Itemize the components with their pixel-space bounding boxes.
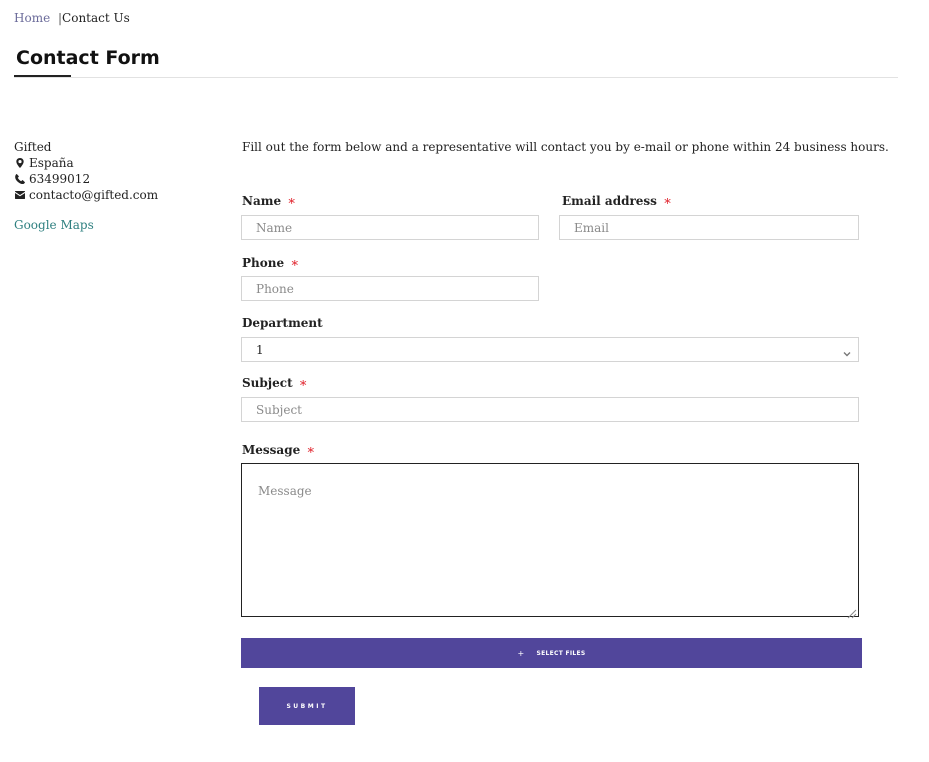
select-files-label: SELECT FILES	[536, 649, 586, 657]
name-required-marker: ∗	[287, 194, 297, 209]
name-label: Name ∗	[242, 194, 296, 209]
resize-grip-icon[interactable]	[846, 604, 857, 619]
phone-row: 63499012	[14, 171, 158, 187]
message-textarea[interactable]	[241, 463, 859, 617]
breadcrumb: Home |Contact Us	[14, 11, 130, 25]
title-divider	[14, 77, 898, 78]
email-required-marker: ∗	[663, 194, 672, 209]
department-label: Department	[242, 316, 323, 330]
form-intro: Fill out the form below and a representa…	[242, 140, 889, 154]
breadcrumb-current: Contact Us	[62, 11, 130, 25]
name-label-text: Name	[242, 194, 282, 208]
department-label-text: Department	[242, 316, 323, 330]
phone-label: Phone ∗	[242, 256, 299, 271]
message-required-marker: ∗	[306, 443, 316, 458]
subject-label-text: Subject	[242, 376, 293, 390]
map-marker-icon	[14, 157, 25, 169]
company-name: Gifted	[14, 140, 52, 154]
message-label-text: Message	[242, 443, 301, 457]
email-text: contacto@gifted.com	[29, 188, 159, 202]
email-row: contacto@gifted.com	[14, 187, 158, 203]
subject-label: Subject ∗	[242, 376, 308, 391]
phone-required-marker: ∗	[290, 256, 300, 271]
breadcrumb-home-link[interactable]: Home	[14, 11, 50, 25]
subject-required-marker: ∗	[298, 376, 308, 391]
phone-label-text: Phone	[242, 256, 285, 270]
email-input[interactable]	[559, 215, 859, 240]
email-label: Email address ∗	[562, 194, 672, 209]
name-input[interactable]	[241, 215, 539, 240]
department-selected-value: 1	[256, 343, 264, 357]
chevron-down-icon	[842, 344, 852, 357]
envelope-icon	[14, 189, 25, 201]
phone-input[interactable]	[241, 276, 539, 301]
message-label: Message ∗	[242, 443, 315, 458]
contact-info: Gifted España 63499012 contacto@gifted.c…	[14, 139, 158, 233]
submit-button[interactable]: SUBMIT	[259, 687, 355, 725]
phone-icon	[14, 173, 25, 185]
location-text: España	[29, 156, 74, 170]
email-label-text: Email address	[562, 194, 657, 208]
department-select[interactable]: 1	[241, 337, 859, 362]
title-underline	[14, 75, 71, 77]
phone-text: 63499012	[29, 172, 91, 186]
location-row: España	[14, 155, 158, 171]
select-files-button[interactable]: + SELECT FILES	[241, 638, 862, 668]
subject-input[interactable]	[241, 397, 859, 422]
plus-icon: +	[517, 648, 525, 658]
google-maps-link[interactable]: Google Maps	[14, 217, 158, 233]
page-title: Contact Form	[16, 47, 160, 69]
